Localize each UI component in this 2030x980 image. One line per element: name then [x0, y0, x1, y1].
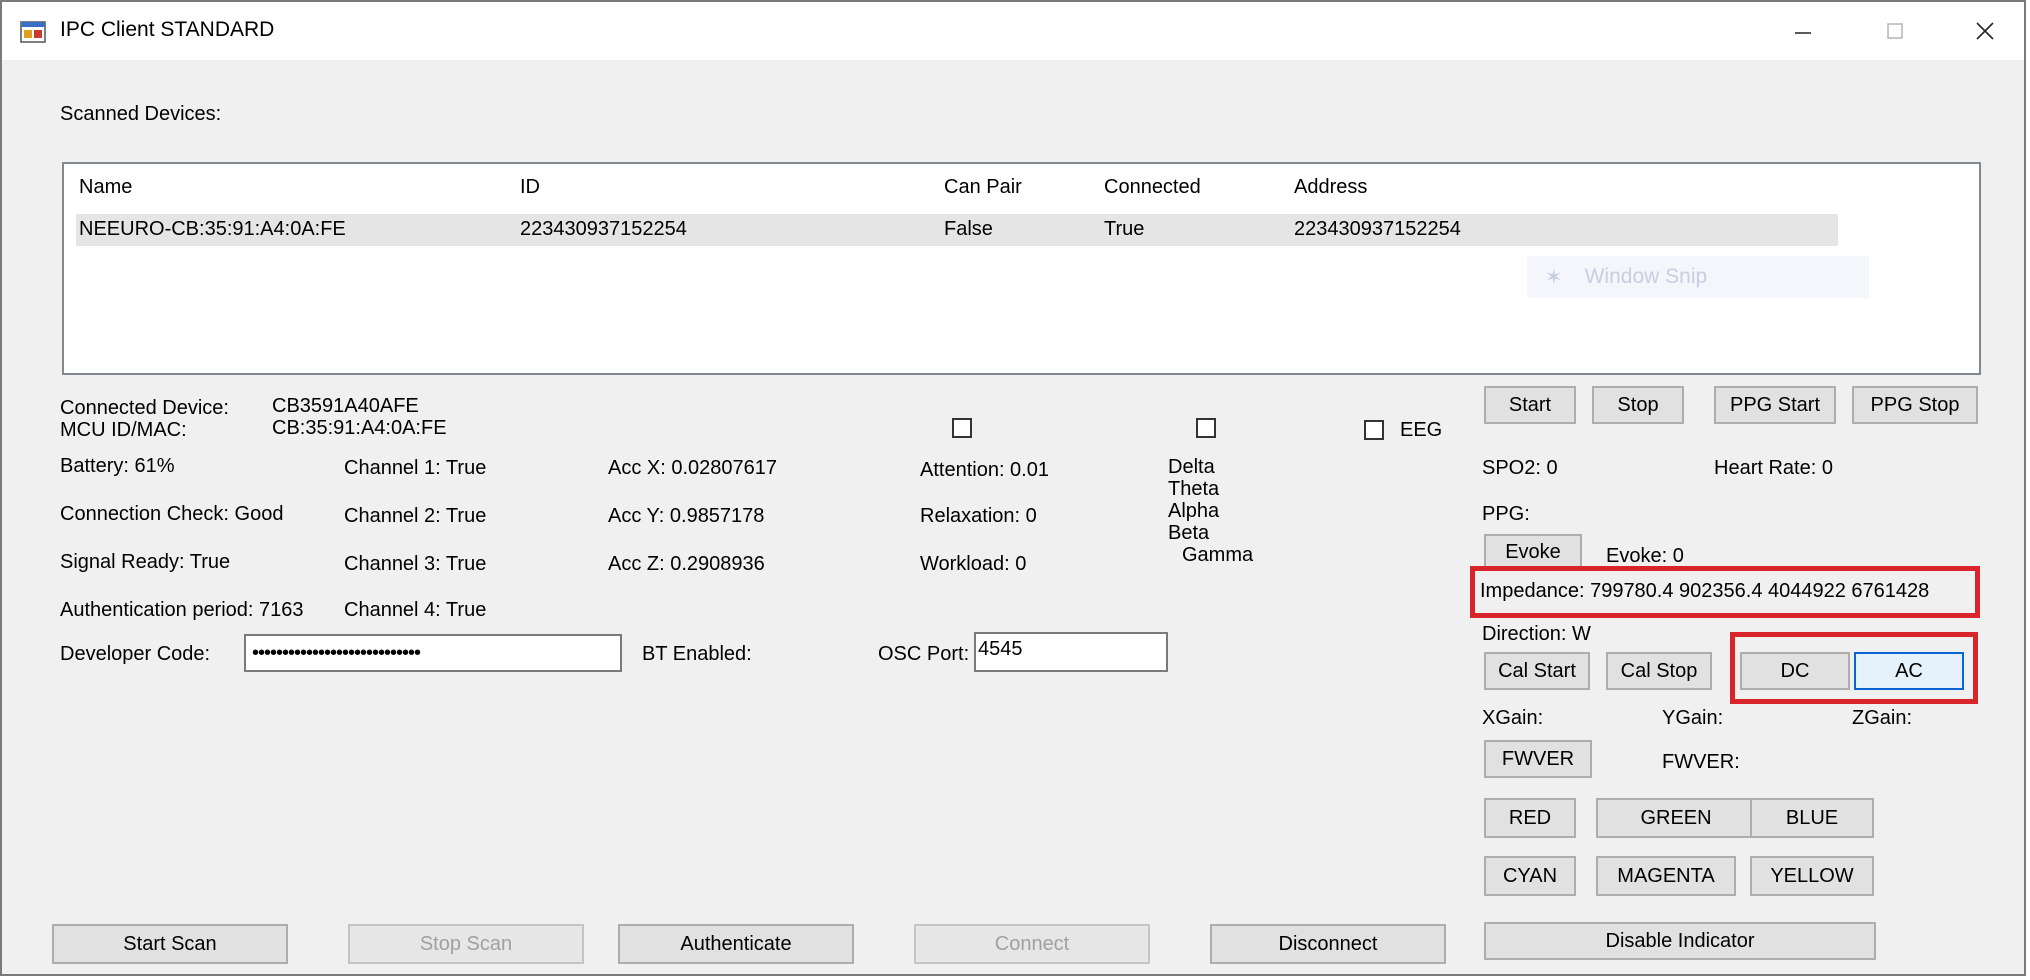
stop-scan-button[interactable]: Stop Scan [348, 924, 584, 964]
start-scan-button[interactable]: Start Scan [52, 924, 288, 964]
developer-code-label: Developer Code: [60, 643, 211, 665]
yellow-button[interactable]: YELLOW [1750, 856, 1874, 896]
window-title: IPC Client STANDARD [60, 18, 275, 41]
start-button[interactable]: Start [1484, 386, 1576, 424]
device-connected-cell: True [1104, 218, 1145, 240]
band-gamma: Gamma [1182, 544, 1254, 566]
device-can-pair-cell: False [944, 218, 993, 240]
band-beta: Beta [1168, 522, 1210, 544]
window-snip-text: Window Snip [1584, 265, 1708, 288]
connect-button[interactable]: Connect [914, 924, 1150, 964]
maximize-button[interactable] [1849, 2, 1941, 60]
ygain-label: YGain: [1662, 707, 1724, 729]
cal-start-button[interactable]: Cal Start [1484, 652, 1590, 690]
maximize-icon [1887, 23, 1903, 39]
magenta-button[interactable]: MAGENTA [1596, 856, 1736, 896]
minimize-icon [1795, 32, 1811, 34]
osc-port-field[interactable]: 4545 [974, 632, 1168, 672]
eeg-label: EEG [1400, 419, 1443, 441]
device-name-cell: NEEURO-CB:35:91:A4:0A:FE [79, 218, 346, 240]
minimize-button[interactable] [1757, 2, 1849, 60]
fwver-button[interactable]: FWVER [1484, 740, 1592, 778]
acc-x-value: Acc X: 0.02807617 [608, 457, 778, 479]
green-button[interactable]: GREEN [1596, 798, 1756, 838]
app-icon [20, 21, 46, 43]
band-delta: Delta [1168, 456, 1215, 478]
direction-value: Direction: W [1482, 623, 1591, 645]
workload-value: Workload: 0 [920, 553, 1027, 575]
ac-button[interactable]: AC [1854, 652, 1964, 690]
fwver-label: FWVER: [1662, 751, 1740, 773]
close-button[interactable] [1939, 2, 2030, 60]
authentication-period: Authentication period: 7163 [60, 599, 304, 621]
bt-enabled-label: BT Enabled: [642, 643, 752, 665]
attention-value: Attention: 0.01 [920, 459, 1049, 481]
column-header-can-pair[interactable]: Can Pair [944, 176, 1022, 199]
connected-device-label: Connected Device: [60, 397, 229, 419]
dc-button[interactable]: DC [1740, 652, 1850, 690]
column-header-id[interactable]: ID [520, 176, 540, 199]
bands-checkbox[interactable] [1196, 418, 1216, 438]
spo2-value: SPO2: 0 [1482, 457, 1558, 479]
snip-icon: ✶ [1545, 265, 1563, 289]
column-header-name[interactable]: Name [79, 176, 132, 199]
heart-rate-value: Heart Rate: 0 [1714, 457, 1833, 479]
signal-ready-status: Signal Ready: True [60, 551, 231, 573]
disconnect-button[interactable]: Disconnect [1210, 924, 1446, 964]
column-header-connected[interactable]: Connected [1104, 176, 1201, 199]
cal-stop-button[interactable]: Cal Stop [1606, 652, 1712, 690]
authenticate-button[interactable]: Authenticate [618, 924, 854, 964]
band-theta: Theta [1168, 478, 1220, 500]
device-address-cell: 223430937152254 [1294, 218, 1461, 240]
metrics-checkbox[interactable] [952, 418, 972, 438]
connection-check-status: Connection Check: Good [60, 503, 284, 525]
mcu-value: CB:35:91:A4:0A:FE [272, 417, 447, 439]
osc-port-label: OSC Port: [878, 643, 970, 665]
ppg-label: PPG: [1482, 503, 1530, 525]
eeg-checkbox[interactable] [1364, 420, 1384, 440]
channel-1-status: Channel 1: True [344, 457, 487, 479]
channel-4-status: Channel 4: True [344, 599, 487, 621]
xgain-label: XGain: [1482, 707, 1544, 729]
band-alpha: Alpha [1168, 500, 1220, 522]
ppg-stop-button[interactable]: PPG Stop [1852, 386, 1978, 424]
window-snip-overlay: ✶ Window Snip [1527, 256, 1869, 298]
ppg-start-button[interactable]: PPG Start [1714, 386, 1836, 424]
disable-indicator-button[interactable]: Disable Indicator [1484, 922, 1876, 960]
blue-button[interactable]: BLUE [1750, 798, 1874, 838]
channel-2-status: Channel 2: True [344, 505, 487, 527]
cyan-button[interactable]: CYAN [1484, 856, 1576, 896]
mcu-label: MCU ID/MAC: [60, 419, 187, 441]
stop-button[interactable]: Stop [1592, 386, 1684, 424]
red-button[interactable]: RED [1484, 798, 1576, 838]
acc-z-value: Acc Z: 0.2908936 [608, 553, 765, 575]
impedance-value: Impedance: 799780.4 902356.4 4044922 676… [1480, 580, 1930, 602]
device-id-cell: 223430937152254 [520, 218, 687, 240]
evoke-value: Evoke: 0 [1606, 545, 1684, 567]
column-header-address[interactable]: Address [1294, 176, 1367, 199]
evoke-button[interactable]: Evoke [1484, 534, 1582, 570]
developer-code-field[interactable]: •••••••••••••••••••••••••••• [244, 634, 622, 672]
app-window: IPC Client STANDARD Scanned Devices: Nam… [0, 0, 2026, 976]
scanned-devices-label: Scanned Devices: [60, 103, 222, 125]
acc-y-value: Acc Y: 0.9857178 [608, 505, 765, 527]
battery-status: Battery: 61% [60, 455, 175, 477]
channel-3-status: Channel 3: True [344, 553, 487, 575]
title-bar: IPC Client STANDARD [2, 2, 2024, 60]
relaxation-value: Relaxation: 0 [920, 505, 1037, 527]
close-icon [1976, 22, 1994, 40]
connected-device-value: CB3591A40AFE [272, 395, 419, 417]
zgain-label: ZGain: [1852, 707, 1913, 729]
